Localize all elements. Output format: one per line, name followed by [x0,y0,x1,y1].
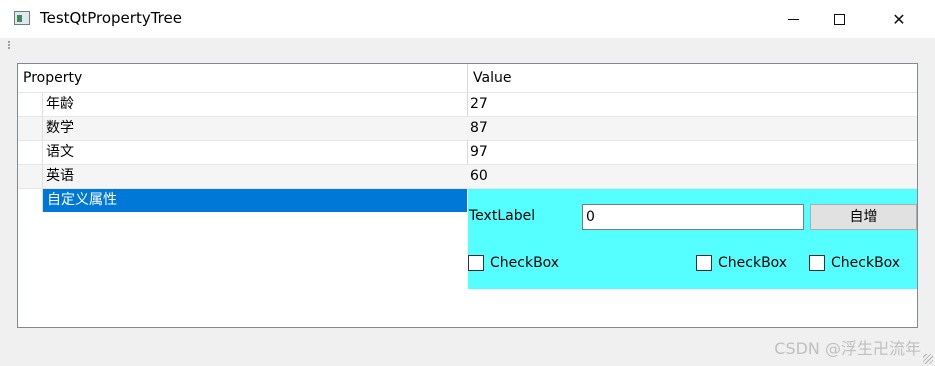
toolbar-area [0,38,935,52]
checkbox-icon[interactable] [809,255,825,271]
property-tree[interactable]: Property Value 年龄 27 数学 87 语文 97 英语 60 自… [17,63,918,328]
minimize-button[interactable] [770,0,816,38]
watermark: CSDN @浮生卍流年 [774,339,921,358]
branch-indent [18,117,43,140]
property-row-english[interactable]: 英语 60 [18,164,917,188]
app-icon [14,11,30,25]
header-value[interactable]: Value [473,64,511,93]
main-window: TestQtPropertyTree ✕ Property Value 年龄 2… [0,0,935,366]
checkbox-3[interactable]: CheckBox [809,254,900,272]
branch-indent [18,93,43,116]
property-name: 自定义属性 [47,192,117,208]
custom-property-editor: TextLabel 自增 CheckBox CheckBox CheckBox [468,189,917,289]
property-value[interactable]: 27 [470,93,488,116]
property-row-math[interactable]: 数学 87 [18,116,917,140]
increment-button[interactable]: 自增 [810,204,917,230]
checkbox-1[interactable]: CheckBox [468,254,559,272]
property-value[interactable]: 87 [470,117,488,140]
window-title: TestQtPropertyTree [40,9,182,27]
branch-indent [18,141,43,164]
size-grip-icon[interactable] [923,354,933,364]
property-row-age[interactable]: 年龄 27 [18,92,917,116]
property-name: 语文 [46,144,74,160]
branch-indent [18,165,43,188]
text-label: TextLabel [469,208,536,224]
property-name: 数学 [46,120,74,136]
checkbox-label: CheckBox [490,255,560,271]
property-name: 年龄 [46,96,74,112]
title-bar[interactable]: TestQtPropertyTree ✕ [0,0,935,38]
branch-indent [18,189,43,212]
value-input[interactable] [582,204,804,230]
minimize-icon [787,18,799,20]
maximize-button[interactable] [816,0,862,38]
property-value[interactable]: 97 [470,141,488,164]
checkbox-2[interactable]: CheckBox [696,254,787,272]
property-value[interactable]: 60 [470,165,488,188]
checkbox-icon[interactable] [696,255,712,271]
property-name: 英语 [46,168,74,184]
header-property[interactable]: Property [23,64,467,93]
toolbar-grip-icon[interactable] [8,41,11,49]
close-button[interactable]: ✕ [876,0,922,38]
checkbox-label: CheckBox [718,255,788,271]
checkbox-icon[interactable] [468,255,484,271]
checkbox-label: CheckBox [831,255,901,271]
close-icon: ✕ [892,9,906,29]
property-row-chinese[interactable]: 语文 97 [18,140,917,164]
maximize-icon [833,13,845,25]
